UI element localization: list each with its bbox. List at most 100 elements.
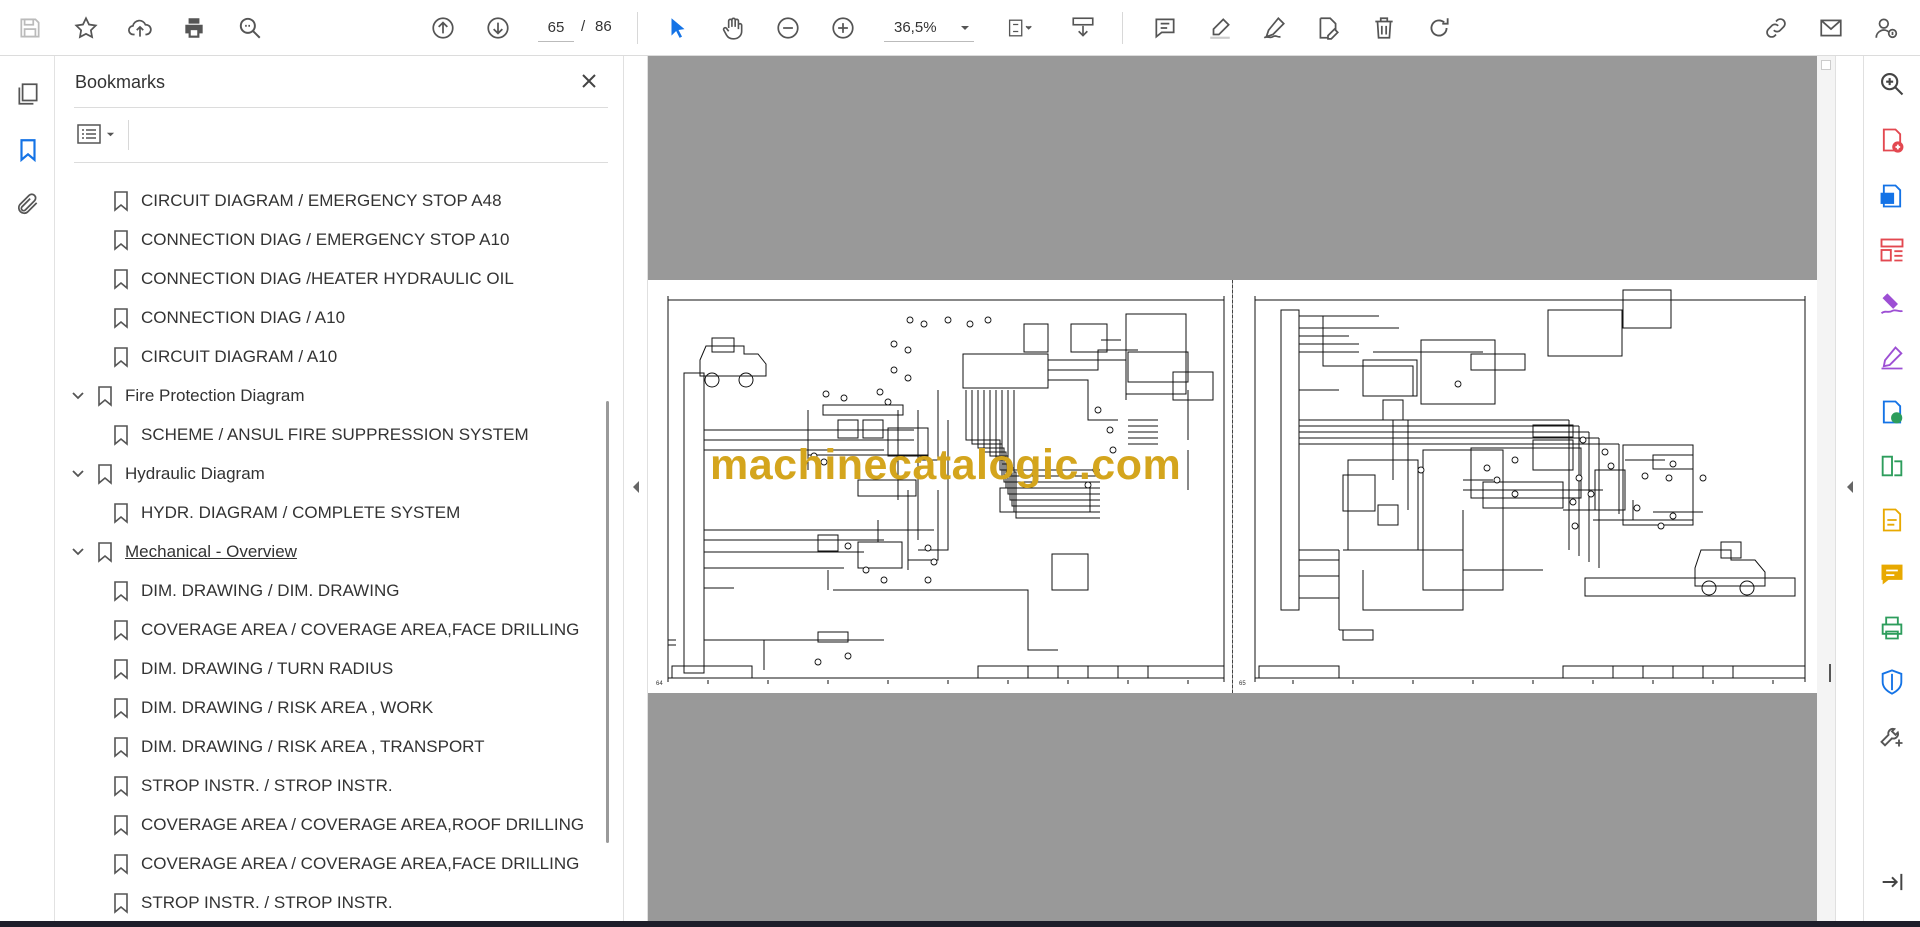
taskbar-strip [0, 921, 1920, 927]
divider [74, 107, 608, 108]
bookmark-label: DIM. DRAWING / RISK AREA , WORK [141, 697, 434, 717]
fit-page-icon[interactable] [995, 10, 1045, 46]
chevron-left-icon[interactable] [1845, 480, 1855, 494]
zoom-select[interactable]: 36,5% [884, 14, 974, 42]
watermark-text: machinecatalogic.com [710, 441, 1182, 489]
bookmark-label: HYDR. DIAGRAM / COMPLETE SYSTEM [141, 502, 461, 522]
document-view[interactable]: 64 65 machinecatalogic.com [648, 56, 1817, 921]
collapse-right-icon[interactable] [1874, 864, 1910, 900]
attachment-icon[interactable] [10, 186, 46, 222]
bookmark-item[interactable]: DIM. DRAWING / RISK AREA , TRANSPORT [112, 727, 485, 766]
bookmark-item[interactable]: CONNECTION DIAG / A10 [112, 298, 345, 337]
bookmark-icon[interactable] [10, 132, 46, 168]
bookmark-label: COVERAGE AREA / COVERAGE AREA,FACE DRILL… [141, 853, 580, 873]
upload-icon[interactable] [122, 10, 158, 46]
bookmark-item[interactable]: COVERAGE AREA / COVERAGE AREA,ROOF DRILL… [112, 805, 584, 844]
protect-icon[interactable] [1874, 664, 1910, 700]
bookmark-item[interactable]: COVERAGE AREA / COVERAGE AREA,FACE DRILL… [112, 610, 579, 649]
page-up-icon[interactable] [425, 10, 461, 46]
account-icon[interactable] [1868, 10, 1904, 46]
bookmark-group[interactable]: Mechanical - Overview [70, 532, 297, 571]
chevron-down-icon[interactable] [70, 544, 86, 560]
bookmark-item[interactable]: DIM. DRAWING / DIM. DRAWING [112, 571, 399, 610]
highlight-icon[interactable] [1202, 10, 1238, 46]
bookmark-item[interactable]: STROP INSTR. / STROP INSTR. [112, 883, 393, 916]
mail-icon[interactable] [1813, 10, 1849, 46]
bookmark-icon [114, 853, 128, 875]
bookmark-icon [114, 814, 128, 836]
chevron-down-icon[interactable] [70, 466, 86, 482]
scrollbar-thumb[interactable] [1821, 60, 1831, 70]
bookmark-item[interactable]: HYDR. DIAGRAM / COMPLETE SYSTEM [112, 493, 460, 532]
bookmark-group[interactable]: Hydraulic Diagram [70, 454, 265, 493]
zoom-value: 36,5% [894, 19, 937, 36]
hydraulic-diagram-right: 65 [1239, 289, 1806, 687]
request-sign-icon[interactable] [1874, 286, 1910, 322]
document-scrollbar[interactable] [1817, 56, 1835, 921]
left-nav-rail [0, 56, 55, 927]
bookmark-item[interactable]: CONNECTION DIAG / EMERGENCY STOP A10 [112, 220, 509, 259]
comment-icon[interactable] [1147, 10, 1183, 46]
bookmark-label: CIRCUIT DIAGRAM / EMERGENCY STOP A48 [141, 190, 502, 210]
page-down-icon[interactable] [480, 10, 516, 46]
bookmark-icon [114, 268, 128, 290]
bookmark-label: Mechanical - Overview [125, 541, 297, 561]
export-pdf-icon[interactable] [1874, 178, 1910, 214]
edit-text-icon[interactable] [1874, 502, 1910, 538]
pages-thumbnail-icon[interactable] [10, 76, 46, 112]
collapse-right-panel[interactable] [1835, 56, 1863, 921]
page-separator: / [581, 18, 586, 35]
bookmark-item[interactable]: DIM. DRAWING / RISK AREA , WORK [112, 688, 433, 727]
print-production-icon[interactable] [1874, 610, 1910, 646]
save-icon[interactable] [12, 10, 48, 46]
bookmark-group[interactable]: Fire Protection Diagram [70, 376, 305, 415]
bookmark-item[interactable]: CONNECTION DIAG /HEATER HYDRAULIC OIL [112, 259, 514, 298]
more-tools-icon[interactable] [1874, 718, 1910, 754]
zoom-in-icon[interactable] [825, 10, 861, 46]
search-zoom-icon[interactable] [232, 10, 268, 46]
collapse-left-panel[interactable] [624, 56, 648, 921]
share-pdf-icon[interactable] [1874, 394, 1910, 430]
close-icon[interactable] [574, 66, 604, 96]
zoom-out-icon[interactable] [770, 10, 806, 46]
bookmark-icon [114, 892, 128, 914]
bookmark-item[interactable]: CIRCUIT DIAGRAM / EMERGENCY STOP A48 [112, 181, 502, 220]
fill-sign-icon[interactable] [1874, 340, 1910, 376]
organize-pages-icon[interactable] [1874, 232, 1910, 268]
bookmark-icon [98, 463, 112, 485]
page-number-left: 64 [656, 681, 663, 687]
rotate-icon[interactable] [1421, 10, 1457, 46]
zoom-search-icon[interactable] [1874, 66, 1910, 102]
bookmark-icon [114, 307, 128, 329]
bookmark-item[interactable]: DIM. DRAWING / TURN RADIUS [112, 649, 393, 688]
comment-tool-icon[interactable] [1874, 556, 1910, 592]
right-tools-rail [1863, 56, 1920, 921]
bookmark-item[interactable]: STROP INSTR. / STROP INSTR. [112, 766, 393, 805]
bookmark-label: CIRCUIT DIAGRAM / A10 [141, 346, 338, 366]
bookmark-options-button[interactable] [76, 119, 124, 149]
edit-pdf-icon[interactable] [1310, 10, 1346, 46]
bookmark-item[interactable]: CIRCUIT DIAGRAM / A10 [112, 337, 337, 376]
create-pdf-icon[interactable] [1874, 122, 1910, 158]
compress-icon[interactable] [1874, 448, 1910, 484]
bookmark-item[interactable]: COVERAGE AREA / COVERAGE AREA,FACE DRILL… [112, 844, 579, 883]
select-cursor-icon[interactable] [660, 10, 696, 46]
chevron-down-icon[interactable] [70, 388, 86, 404]
scroll-mode-icon[interactable] [1065, 10, 1101, 46]
print-icon[interactable] [176, 10, 212, 46]
bookmark-label: COVERAGE AREA / COVERAGE AREA,FACE DRILL… [141, 619, 580, 639]
scrollbar-marker [1829, 664, 1831, 682]
bookmark-item[interactable]: SCHEME / ANSUL FIRE SUPPRESSION SYSTEM [112, 415, 529, 454]
share-link-icon[interactable] [1758, 10, 1794, 46]
bookmark-label: Fire Protection Diagram [125, 385, 305, 405]
bookmark-label: CONNECTION DIAG / EMERGENCY STOP A10 [141, 229, 510, 249]
chevron-left-icon[interactable] [631, 480, 641, 494]
sign-pen-icon[interactable] [1256, 10, 1292, 46]
bookmarks-panel: Bookmarks CIRCUIT DIAGRAM / EMERGENCY ST… [56, 56, 624, 921]
bookmark-label: CONNECTION DIAG /HEATER HYDRAULIC OIL [141, 268, 514, 288]
scrollbar-thumb[interactable] [606, 401, 609, 843]
hand-icon[interactable] [715, 10, 751, 46]
delete-icon[interactable] [1366, 10, 1402, 46]
star-icon[interactable] [68, 10, 104, 46]
page-number-input[interactable] [538, 14, 574, 42]
